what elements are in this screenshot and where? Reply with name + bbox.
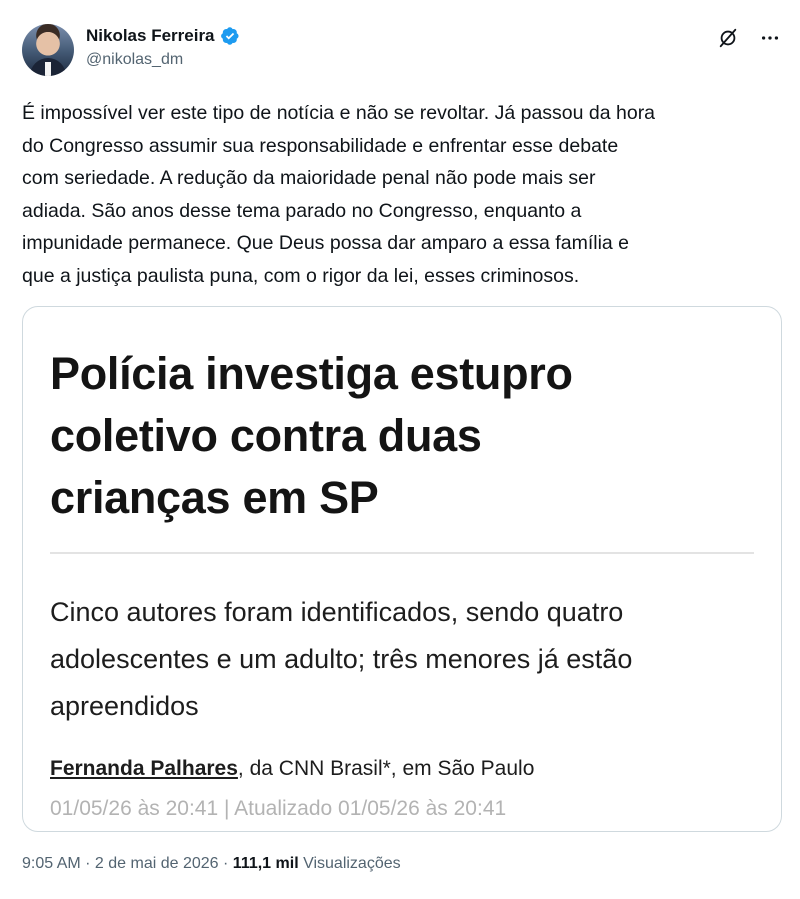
article-headline: Polícia investiga estupro coletivo contr… <box>50 343 750 529</box>
headline-line: coletivo contra duas <box>50 410 482 461</box>
meta-dot: · <box>80 855 95 872</box>
name-row: Nikolas Ferreira <box>86 26 240 46</box>
article-byline: Fernanda Palhares, da CNN Brasil*, em Sã… <box>50 757 534 781</box>
tweet-header: Nikolas Ferreira @nikolas_dm <box>22 22 782 82</box>
tweet-text-line: que a justiça paulista puna, com o rigor… <box>22 264 580 287</box>
verified-badge-icon <box>220 27 239 45</box>
subtitle-line: adolescentes e um adulto; três menores j… <box>50 644 633 674</box>
date-separator: | <box>218 797 235 820</box>
subtitle-line: Cinco autores foram identificados, sendo… <box>50 597 624 627</box>
article-dates: 01/05/26 às 20:41 | Atualizado 01/05/26 … <box>50 797 506 821</box>
updated-date: Atualizado 01/05/26 às 20:41 <box>234 797 507 820</box>
display-name[interactable]: Nikolas Ferreira <box>86 26 215 46</box>
article-author: Fernanda Palhares <box>50 757 238 780</box>
headline-line: crianças em SP <box>50 472 379 523</box>
avatar[interactable] <box>22 24 74 76</box>
tweet-actions <box>716 26 782 50</box>
more-icon[interactable] <box>758 26 782 50</box>
tweet-text-line: impunidade permanece. Que Deus possa dar… <box>22 232 630 254</box>
tweet-meta: 9:05 AM · 2 de mai de 2026 · 111,1 mil V… <box>22 855 401 873</box>
views-label: Visualizações <box>298 855 401 872</box>
tweet-text-line: É impossível ver este tipo de notícia e … <box>22 102 656 124</box>
tweet-text-line: adiada. São anos desse tema parado no Co… <box>22 199 582 222</box>
tweet-text-line: com seriedade. A redução da maioridade p… <box>22 167 596 189</box>
headline-line: Polícia investiga estupro <box>50 348 573 399</box>
subtitle-line: apreendidos <box>50 691 199 721</box>
article-subtitle: Cinco autores foram identificados, sendo… <box>50 589 760 730</box>
views-count: 111,1 mil <box>232 855 299 872</box>
news-card-image[interactable]: Polícia investiga estupro coletivo contr… <box>22 306 782 832</box>
divider <box>50 552 754 554</box>
published-date: 01/05/26 às 20:41 <box>50 797 219 820</box>
grok-icon[interactable] <box>716 26 740 50</box>
tweet-date[interactable]: 2 de mai de 2026 <box>95 855 219 872</box>
tweet-time[interactable]: 9:05 AM <box>22 855 81 872</box>
article-outlet: , da CNN Brasil*, em São Paulo <box>237 757 535 780</box>
tweet-text-line: do Congresso assumir sua responsabilidad… <box>22 134 619 157</box>
meta-dot: · <box>218 855 233 872</box>
user-handle[interactable]: @nikolas_dm <box>86 51 183 69</box>
avatar-tie <box>45 62 51 76</box>
tweet-text: É impossível ver este tipo de notícia e … <box>22 97 782 292</box>
